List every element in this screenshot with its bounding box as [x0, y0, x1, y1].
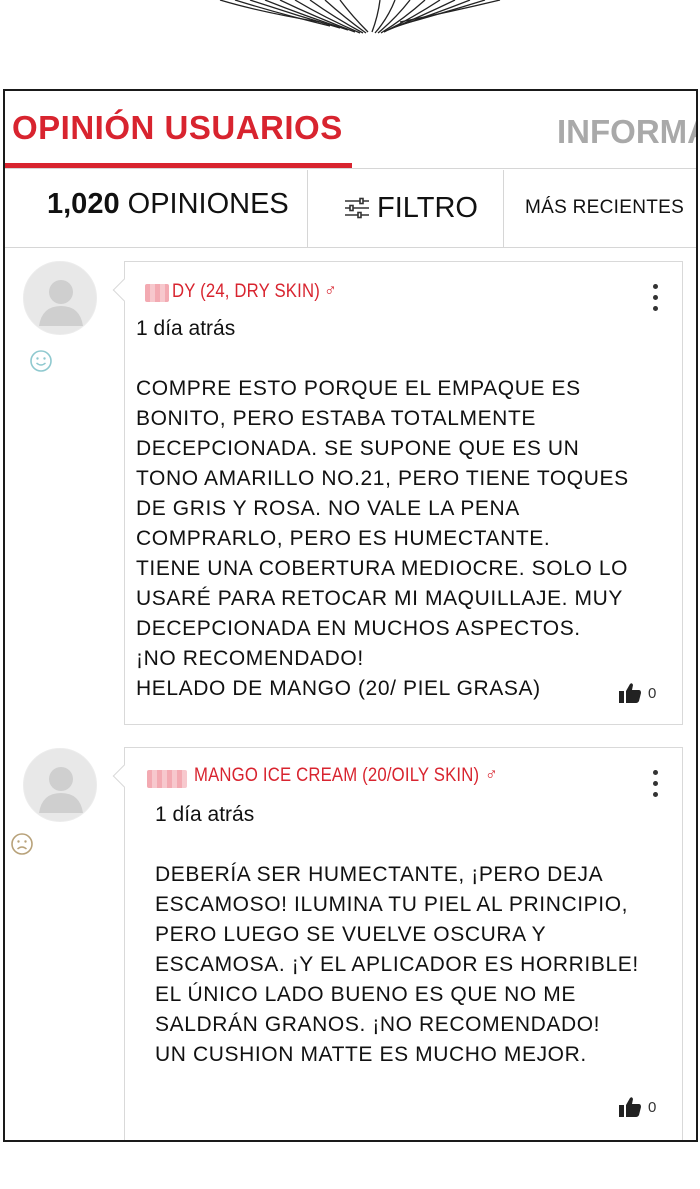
more-options-icon[interactable]: [650, 770, 660, 804]
reviewer-name[interactable]: MANGO ICE CREAM (20/OILY SKIN): [194, 765, 479, 787]
user-silhouette-icon: [39, 280, 83, 326]
filter-label: FILTRO: [377, 191, 478, 224]
review-count: 1,020 OPINIONES: [47, 188, 289, 221]
like-count: 0: [648, 1098, 657, 1116]
review-text-line: ¡NO RECOMENDADO!: [136, 647, 364, 670]
review-card: MANGO ICE CREAM (20/OILY SKIN) ♂ 1 día a…: [112, 747, 683, 1140]
tab-information[interactable]: INFORMA: [557, 113, 696, 151]
review-text-line: EL ÚNICO LADO BUENO ES QUE NO ME: [155, 983, 576, 1006]
tab-bar: OPINIÓN USUARIOS INFORMA: [5, 91, 696, 169]
more-options-icon[interactable]: [650, 284, 660, 318]
thumbs-up-icon: [619, 1097, 641, 1117]
avatar[interactable]: [23, 261, 97, 335]
filter-button[interactable]: FILTRO: [343, 188, 478, 228]
review-text-line: DEBERÍA SER HUMECTANTE, ¡PERO DEJA: [155, 863, 604, 886]
sort-most-recent-button[interactable]: MÁS RECIENTES: [525, 197, 684, 219]
like-count: 0: [648, 684, 657, 702]
frown-icon: [11, 833, 33, 855]
like-button[interactable]: 0: [618, 1096, 656, 1118]
like-button[interactable]: 0: [618, 682, 656, 704]
gender-symbol: ♂: [485, 765, 498, 784]
review-text-line: PERO LUEGO SE VUELVE OSCURA Y: [155, 923, 547, 946]
gender-symbol: ♂: [324, 281, 337, 300]
review-text-line: BONITO, PERO ESTABA TOTALMENTE: [136, 407, 536, 430]
reviews-panel: OPINIÓN USUARIOS INFORMA 1,020 OPINIONES…: [3, 89, 698, 1142]
thumbs-up-icon: [619, 683, 641, 703]
filter-sliders-icon: [345, 197, 369, 219]
review-text-line: DECEPCIONADA EN MUCHOS ASPECTOS.: [136, 617, 581, 640]
review-text-line: DE GRIS Y ROSA. NO VALE LA PENA: [136, 497, 520, 520]
review-date: 1 día atrás: [155, 803, 255, 826]
active-tab-indicator: [5, 163, 352, 168]
review-text-line: HELADO DE MANGO (20/ PIEL GRASA): [136, 677, 541, 700]
hair-strokes-decoration: [219, 0, 501, 34]
toolbar-divider: [307, 170, 308, 248]
blurred-username: [145, 284, 169, 302]
smile-icon: [30, 350, 52, 372]
review-date: 1 día atrás: [136, 317, 236, 340]
review-count-label: OPINIONES: [119, 188, 289, 220]
review-text-line: UN CUSHION MATTE ES MUCHO MEJOR.: [155, 1043, 587, 1066]
review-text-line: TIENE UNA COBERTURA MEDIOCRE. SOLO LO: [136, 557, 629, 580]
review-text-line: USARÉ PARA RETOCAR MI MAQUILLAJE. MUY: [136, 587, 624, 610]
review-text-line: ESCAMOSO! ILUMINA TU PIEL AL PRINCIPIO,: [155, 893, 629, 916]
review-text-line: TONO AMARILLO NO.21, PERO TIENE TOQUES: [136, 467, 629, 490]
blurred-username: [147, 770, 187, 788]
review-text-line: COMPRE ESTO PORQUE EL EMPAQUE ES: [136, 377, 581, 400]
tab-user-reviews[interactable]: OPINIÓN USUARIOS: [12, 109, 343, 147]
reviewer-name[interactable]: DY (24, DRY SKIN): [172, 281, 320, 303]
review-toolbar: 1,020 OPINIONES FILTRO MÁS RECIENTES: [5, 170, 696, 248]
review-text-line: ESCAMOSA. ¡Y EL APLICADOR ES HORRIBLE!: [155, 953, 639, 976]
review-card: DY (24, DRY SKIN) ♂ 1 día atrás COMPRE E…: [112, 261, 683, 725]
review-text: DEBERÍA SER HUMECTANTE, ¡PERO DEJA ESCAM…: [155, 860, 639, 1070]
avatar[interactable]: [23, 748, 97, 822]
review-text-line: DECEPCIONADA. SE SUPONE QUE ES UN: [136, 437, 580, 460]
review-text: COMPRE ESTO PORQUE EL EMPAQUE ES BONITO,…: [136, 374, 629, 704]
review-text-line: COMPRARLO, PERO ES HUMECTANTE.: [136, 527, 551, 550]
review-count-number: 1,020: [47, 188, 120, 220]
review-text-line: SALDRÁN GRANOS. ¡NO RECOMENDADO!: [155, 1013, 601, 1036]
toolbar-divider: [503, 170, 504, 248]
user-silhouette-icon: [39, 767, 83, 813]
